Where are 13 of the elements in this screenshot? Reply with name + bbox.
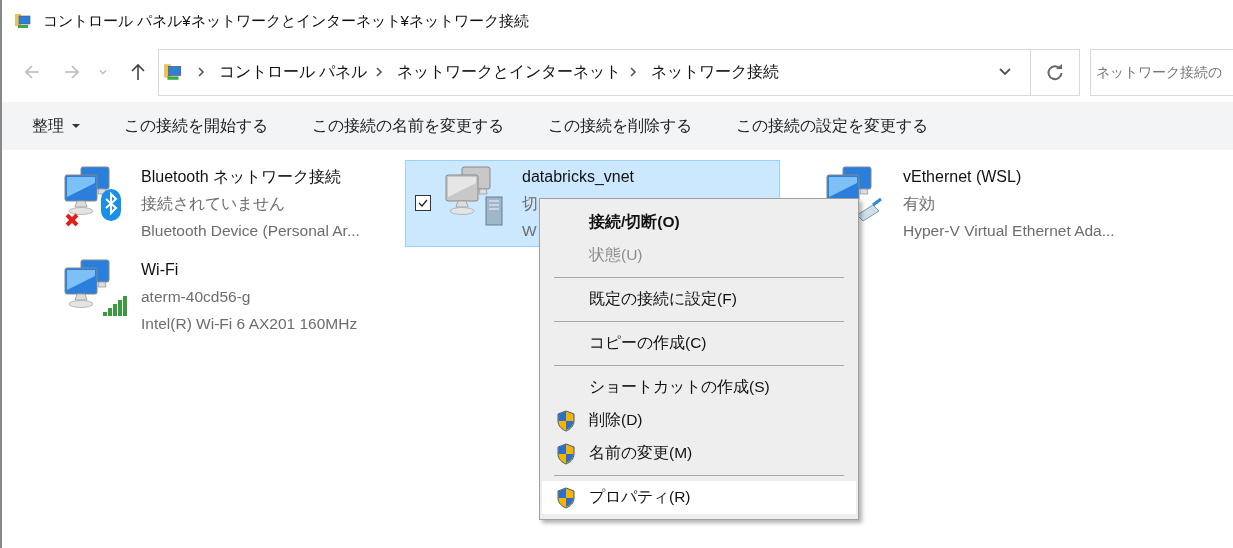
connection-status: 接続されていません bbox=[141, 194, 285, 214]
connection-name: Wi-Fi bbox=[141, 260, 179, 280]
device-name: Hyper-V Virtual Ethernet Ada... bbox=[903, 221, 1115, 241]
connection-name: vEthernet (WSL) bbox=[903, 167, 1022, 187]
connection-status: aterm-40cd56-g bbox=[141, 287, 251, 307]
device-name: Bluetooth Device (Personal Ar... bbox=[141, 221, 360, 241]
device-name: Intel(R) Wi-Fi 6 AX201 160MHz bbox=[141, 314, 358, 334]
window-title: コントロール パネル¥ネットワークとインターネット¥ネットワーク接続 bbox=[43, 11, 529, 31]
connection-name: Bluetooth ネットワーク接続 bbox=[141, 167, 342, 187]
connection-status: 有効 bbox=[903, 194, 935, 214]
connection-status: 切 bbox=[522, 194, 538, 214]
connection-name: databricks_vnet bbox=[522, 167, 635, 187]
device-name: W bbox=[522, 221, 537, 241]
